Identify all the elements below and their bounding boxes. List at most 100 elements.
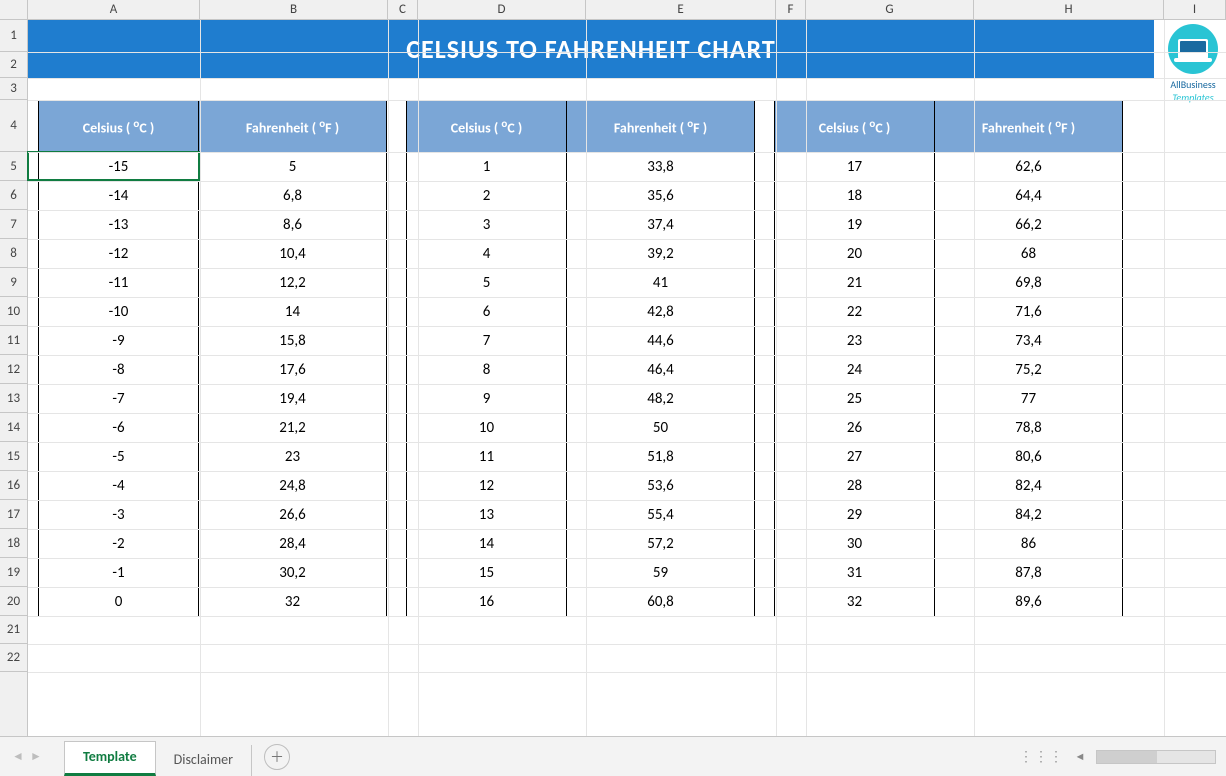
cell-fahrenheit[interactable]: 15,8: [199, 327, 387, 356]
cell-celsius[interactable]: 5: [407, 269, 567, 298]
table-row[interactable]: 1253,6: [407, 472, 755, 501]
cell-fahrenheit[interactable]: 42,8: [567, 298, 755, 327]
cell-celsius[interactable]: 23: [775, 327, 935, 356]
cell-fahrenheit[interactable]: 64,4: [935, 182, 1123, 211]
table-row[interactable]: -146,8: [39, 182, 387, 211]
table-row[interactable]: 948,2: [407, 385, 755, 414]
sheet-tab[interactable]: Disclaimer: [156, 745, 252, 776]
cell-celsius[interactable]: 11: [407, 443, 567, 472]
cell-fahrenheit[interactable]: 71,6: [935, 298, 1123, 327]
table-row[interactable]: 2882,4: [775, 472, 1123, 501]
table-row[interactable]: 846,4: [407, 356, 755, 385]
table-row[interactable]: 1966,2: [775, 211, 1123, 240]
cell-fahrenheit[interactable]: 77: [935, 385, 1123, 414]
table-row[interactable]: 2169,8: [775, 269, 1123, 298]
cell-fahrenheit[interactable]: 55,4: [567, 501, 755, 530]
column-header[interactable]: F: [776, 0, 806, 19]
tab-nav-prev-icon[interactable]: ◄: [10, 749, 26, 765]
table-row[interactable]: 1457,2: [407, 530, 755, 559]
column-header[interactable]: G: [806, 0, 974, 19]
cell-celsius[interactable]: 16: [407, 588, 567, 617]
cell-celsius[interactable]: 14: [407, 530, 567, 559]
cell-fahrenheit[interactable]: 14: [199, 298, 387, 327]
cell-fahrenheit[interactable]: 78,8: [935, 414, 1123, 443]
row-header[interactable]: 4: [0, 100, 27, 152]
cell-celsius[interactable]: -3: [39, 501, 199, 530]
cell-fahrenheit[interactable]: 69,8: [935, 269, 1123, 298]
table-row[interactable]: 541: [407, 269, 755, 298]
cell-fahrenheit[interactable]: 59: [567, 559, 755, 588]
cell-celsius[interactable]: 3: [407, 211, 567, 240]
row-header[interactable]: 12: [0, 355, 27, 384]
cell-fahrenheit[interactable]: 89,6: [935, 588, 1123, 617]
cell-fahrenheit[interactable]: 87,8: [935, 559, 1123, 588]
cell-fahrenheit[interactable]: 75,2: [935, 356, 1123, 385]
cell-fahrenheit[interactable]: 46,4: [567, 356, 755, 385]
table-row[interactable]: -621,2: [39, 414, 387, 443]
row-header[interactable]: 13: [0, 384, 27, 413]
table-row[interactable]: -138,6: [39, 211, 387, 240]
table-row[interactable]: 3086: [775, 530, 1123, 559]
row-header[interactable]: 15: [0, 442, 27, 471]
cell-celsius[interactable]: 26: [775, 414, 935, 443]
table-row[interactable]: 1660,8: [407, 588, 755, 617]
table-row[interactable]: -130,2: [39, 559, 387, 588]
table-row[interactable]: 1762,6: [775, 153, 1123, 182]
row-header[interactable]: 19: [0, 558, 27, 587]
row-header[interactable]: 9: [0, 268, 27, 297]
cell-celsius[interactable]: -4: [39, 472, 199, 501]
row-header[interactable]: 2: [0, 52, 27, 78]
column-header[interactable]: D: [418, 0, 586, 19]
cell-celsius[interactable]: 29: [775, 501, 935, 530]
row-header[interactable]: 16: [0, 471, 27, 500]
cell-celsius[interactable]: -5: [39, 443, 199, 472]
cell-fahrenheit[interactable]: 39,2: [567, 240, 755, 269]
cell-celsius[interactable]: 8: [407, 356, 567, 385]
cell-celsius[interactable]: 7: [407, 327, 567, 356]
table-row[interactable]: 439,2: [407, 240, 755, 269]
cell-fahrenheit[interactable]: 12,2: [199, 269, 387, 298]
cell-fahrenheit[interactable]: 68: [935, 240, 1123, 269]
row-header[interactable]: 10: [0, 297, 27, 326]
cell-celsius[interactable]: 4: [407, 240, 567, 269]
table-row[interactable]: 2984,2: [775, 501, 1123, 530]
table-row[interactable]: 2780,6: [775, 443, 1123, 472]
cell-celsius[interactable]: 13: [407, 501, 567, 530]
cell-fahrenheit[interactable]: 37,4: [567, 211, 755, 240]
cell-celsius[interactable]: 18: [775, 182, 935, 211]
table-row[interactable]: -424,8: [39, 472, 387, 501]
table-row[interactable]: -1210,4: [39, 240, 387, 269]
column-header[interactable]: H: [974, 0, 1164, 19]
cell-celsius[interactable]: 28: [775, 472, 935, 501]
row-header[interactable]: 7: [0, 210, 27, 239]
cell-fahrenheit[interactable]: 10,4: [199, 240, 387, 269]
row-header[interactable]: 18: [0, 529, 27, 558]
row-header[interactable]: 14: [0, 413, 27, 442]
cell-fahrenheit[interactable]: 5: [199, 153, 387, 182]
row-header[interactable]: 6: [0, 181, 27, 210]
cell-fahrenheit[interactable]: 82,4: [935, 472, 1123, 501]
cell-celsius[interactable]: -10: [39, 298, 199, 327]
cell-celsius[interactable]: 2: [407, 182, 567, 211]
table-row[interactable]: 2475,2: [775, 356, 1123, 385]
cell-fahrenheit[interactable]: 17,6: [199, 356, 387, 385]
table-row[interactable]: 2678,8: [775, 414, 1123, 443]
horizontal-scrollbar[interactable]: [1096, 750, 1216, 764]
cell-celsius[interactable]: 1: [407, 153, 567, 182]
table-row[interactable]: -523: [39, 443, 387, 472]
table-row[interactable]: 235,6: [407, 182, 755, 211]
scroll-left-icon[interactable]: ◄: [1072, 749, 1088, 765]
table-row[interactable]: 1151,8: [407, 443, 755, 472]
cell-fahrenheit[interactable]: 80,6: [935, 443, 1123, 472]
cell-celsius[interactable]: -1: [39, 559, 199, 588]
cell-celsius[interactable]: 21: [775, 269, 935, 298]
cell-celsius[interactable]: 10: [407, 414, 567, 443]
table-row[interactable]: -228,4: [39, 530, 387, 559]
cell-fahrenheit[interactable]: 28,4: [199, 530, 387, 559]
table-row[interactable]: 1864,4: [775, 182, 1123, 211]
cell-fahrenheit[interactable]: 30,2: [199, 559, 387, 588]
cell-fahrenheit[interactable]: 21,2: [199, 414, 387, 443]
cell-celsius[interactable]: -8: [39, 356, 199, 385]
cell-fahrenheit[interactable]: 51,8: [567, 443, 755, 472]
table-row[interactable]: 1559: [407, 559, 755, 588]
